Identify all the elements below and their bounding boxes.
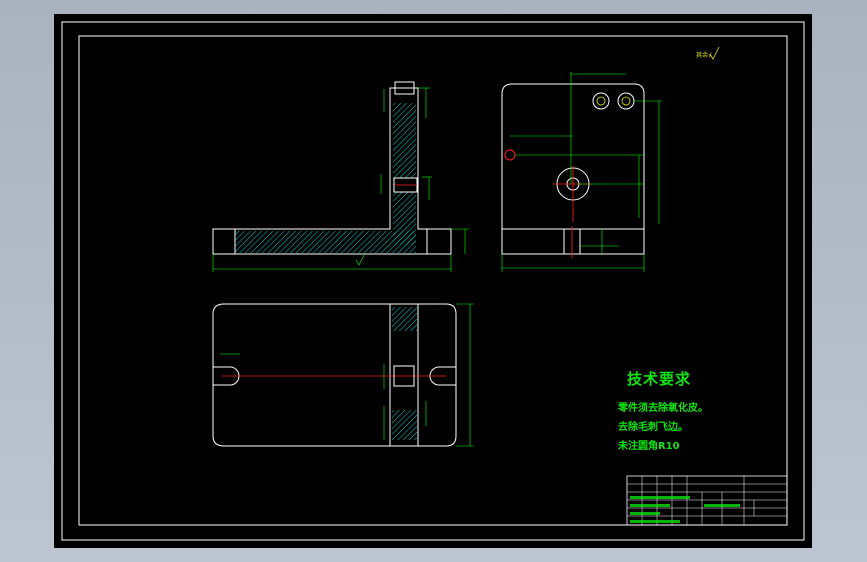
side-hole-left <box>504 149 516 161</box>
side-view <box>501 72 662 272</box>
sheet-border-outer <box>61 21 805 541</box>
front-roughness-symbol <box>355 252 366 266</box>
top-view <box>212 303 474 447</box>
technical-requirements-title: 技术要求 <box>627 370 692 388</box>
technical-requirement-line: 未注圆角R10 <box>618 441 680 452</box>
top-view-outline <box>212 303 457 447</box>
side-hole-top-left <box>592 92 610 110</box>
front-view-hatch-vertical <box>393 103 416 245</box>
front-view <box>212 81 469 272</box>
top-view-hatch-top <box>392 307 417 331</box>
technical-requirement-line: 零件须去除氧化皮。 <box>618 403 708 414</box>
sheet-border-inner <box>78 35 788 526</box>
technical-requirement-line: 去除毛刺飞边。 <box>618 422 688 433</box>
svg-text:其余√: 其余√ <box>696 51 712 59</box>
cad-viewport[interactable]: 其余√ 技术要求 零件须去除氧化皮。 去除毛刺飞边。 未注圆角R10 <box>54 14 812 548</box>
surface-finish-note: 其余√ <box>696 46 720 60</box>
front-view-hatch-horizontal <box>235 231 416 253</box>
top-view-hatch-bottom <box>392 410 417 440</box>
engineering-drawing: 其余√ <box>61 21 805 541</box>
side-hole-top-right <box>617 92 635 110</box>
title-block <box>626 475 788 526</box>
